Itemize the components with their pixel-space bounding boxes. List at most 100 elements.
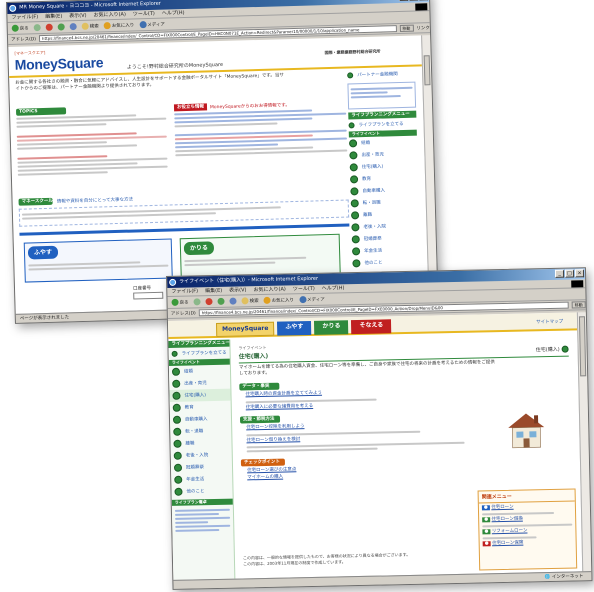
site-logo[interactable]: MoneySquare — [15, 54, 104, 72]
ie-icon — [169, 278, 177, 286]
forward-arrow-icon — [193, 298, 201, 306]
maximize-button[interactable]: □ — [408, 0, 419, 1]
stop-button[interactable] — [45, 23, 54, 32]
briefcase-icon — [173, 427, 182, 436]
kariru-label: かりる — [183, 241, 215, 256]
minimize-button[interactable]: _ — [554, 269, 565, 278]
lifeplan-icon — [348, 122, 355, 129]
right-sidebar: パートナー金融機関 ライフプランニングメニュー ライフプランを立てる ライフイベ… — [347, 68, 421, 270]
home-icon — [229, 297, 237, 305]
kariru-banner[interactable]: かりる — [179, 233, 341, 279]
address-label: アドレス(D) — [10, 36, 37, 43]
favorites-button[interactable]: お気に入り — [262, 295, 295, 305]
go-button[interactable]: 移動 — [571, 301, 586, 309]
close-button[interactable]: × — [574, 269, 585, 278]
house-badge-icon — [561, 345, 569, 353]
refresh-icon — [57, 23, 65, 31]
tab-kariru[interactable]: かりる — [314, 320, 349, 335]
event-other[interactable]: 他のこと — [171, 485, 232, 498]
header-right-text: 国際・業務業務野村総合研究所 — [324, 48, 381, 56]
welcome-text: ようこそ!野村総合研究所のMoneySquare — [126, 61, 224, 71]
scrollbar-thumb[interactable] — [423, 55, 431, 86]
menu-view[interactable]: 表示(V) — [229, 286, 246, 294]
go-button[interactable]: 移動 — [399, 24, 414, 33]
links-label[interactable]: リンク — [416, 25, 430, 31]
stop-icon — [45, 23, 53, 31]
forward-button[interactable] — [192, 297, 201, 306]
refresh-button[interactable] — [57, 22, 66, 31]
media-icon — [298, 296, 307, 304]
stop-button[interactable] — [204, 297, 213, 306]
related-link[interactable]: 住宅ローン — [491, 505, 513, 510]
home-button[interactable] — [69, 22, 78, 31]
star-icon — [103, 22, 111, 30]
related-tag: ● — [481, 505, 490, 511]
marriage-icon — [171, 367, 181, 376]
search-button[interactable]: 検索 — [81, 21, 100, 31]
menu-tools[interactable]: ツール(T) — [293, 285, 315, 293]
childbirth-icon — [172, 379, 181, 388]
account-input[interactable] — [133, 291, 164, 300]
menu-edit[interactable]: 編集(E) — [205, 287, 222, 295]
windows-flag-icon — [415, 3, 428, 11]
menu-help[interactable]: ヘルプ(H) — [322, 284, 345, 292]
back-arrow-icon — [171, 298, 179, 306]
featured-heading: お役立ち情報 — [173, 103, 208, 112]
partner-link[interactable]: パートナー金融機関 — [347, 68, 415, 82]
ie-icon — [9, 4, 17, 12]
menu-favorites[interactable]: お気に入り(A) — [253, 285, 285, 294]
car-icon — [172, 415, 182, 424]
tab-sonaeru[interactable]: そなえる — [351, 319, 392, 335]
favorites-button[interactable]: お気に入り — [103, 20, 136, 30]
childbirth-icon — [349, 151, 358, 160]
tab-fuyasu[interactable]: ふやす — [277, 320, 312, 336]
menu-file[interactable]: ファイル(F) — [11, 13, 38, 22]
media-button[interactable]: メディア — [298, 295, 326, 305]
page-title: 住宅(購入) — [238, 352, 269, 361]
topics-tab[interactable]: TOPICS — [15, 107, 67, 116]
window-title: ライフイベント（住宅(購入)）- Microsoft Internet Expl… — [179, 275, 319, 285]
search-button[interactable]: 検索 — [240, 296, 259, 305]
featured-column: お役立ち情報 MoneySquareからのおお得情報です。 — [173, 100, 348, 159]
related-link[interactable]: 住宅ローン借換 — [491, 517, 522, 523]
forward-button[interactable] — [33, 23, 42, 32]
topics-column: TOPICS — [15, 105, 168, 178]
sitemap-link[interactable]: サイトマップ — [536, 319, 563, 326]
media-button[interactable]: メディア — [138, 20, 166, 30]
home-button[interactable] — [228, 297, 237, 306]
section-label-check: チェックポイント — [240, 458, 285, 467]
minimize-button[interactable]: _ — [398, 0, 409, 2]
ceremony-icon — [173, 463, 183, 472]
sections: データ・事実 住宅購入時の資金計画を立ててみよう 住宅購入に必要な諸費用を考える… — [239, 379, 471, 484]
pension-icon — [174, 475, 183, 484]
house-icon — [172, 391, 181, 400]
money-school-tab[interactable]: マネースクール — [18, 197, 53, 206]
section-link[interactable]: 住宅購入時の資金計画を立ててみよう — [245, 388, 463, 399]
related-link[interactable]: リフォームローン — [492, 528, 528, 534]
tab-moneysquare[interactable]: MoneySquare — [215, 321, 275, 337]
menu-file[interactable]: ファイル(F) — [171, 287, 198, 296]
maximize-button[interactable]: □ — [564, 269, 575, 278]
menu-edit[interactable]: 編集(E) — [45, 12, 62, 20]
separation-icon — [350, 211, 360, 220]
back-arrow-icon — [11, 24, 19, 32]
back-button[interactable]: 戻る — [11, 23, 30, 33]
refresh-icon — [217, 297, 225, 305]
menu-tools[interactable]: ツール(T) — [133, 10, 155, 19]
windows-flag-icon — [571, 280, 584, 288]
menu-view[interactable]: 表示(V) — [69, 12, 87, 20]
related-link[interactable]: 住宅ローン保険 — [492, 541, 523, 547]
related-tag: ● — [482, 541, 491, 547]
section-link[interactable]: 住宅ローン控除を利用しよう — [246, 421, 464, 432]
menu-favorites[interactable]: お気に入り(A) — [93, 11, 126, 20]
featured-tag: MoneySquareからのおお得情報です。 — [209, 102, 290, 110]
back-button[interactable]: 戻る — [170, 298, 189, 307]
address-label: アドレス(D) — [170, 310, 196, 317]
event-other[interactable]: 他のこと — [352, 256, 420, 270]
refresh-button[interactable] — [216, 297, 225, 306]
menu-help[interactable]: ヘルプ(H) — [162, 9, 185, 18]
car-icon — [350, 187, 359, 196]
status-zone: インターネット — [551, 574, 584, 580]
yasu-banner[interactable]: ふやす — [23, 238, 173, 283]
scrollbar-thumb[interactable] — [578, 316, 587, 377]
